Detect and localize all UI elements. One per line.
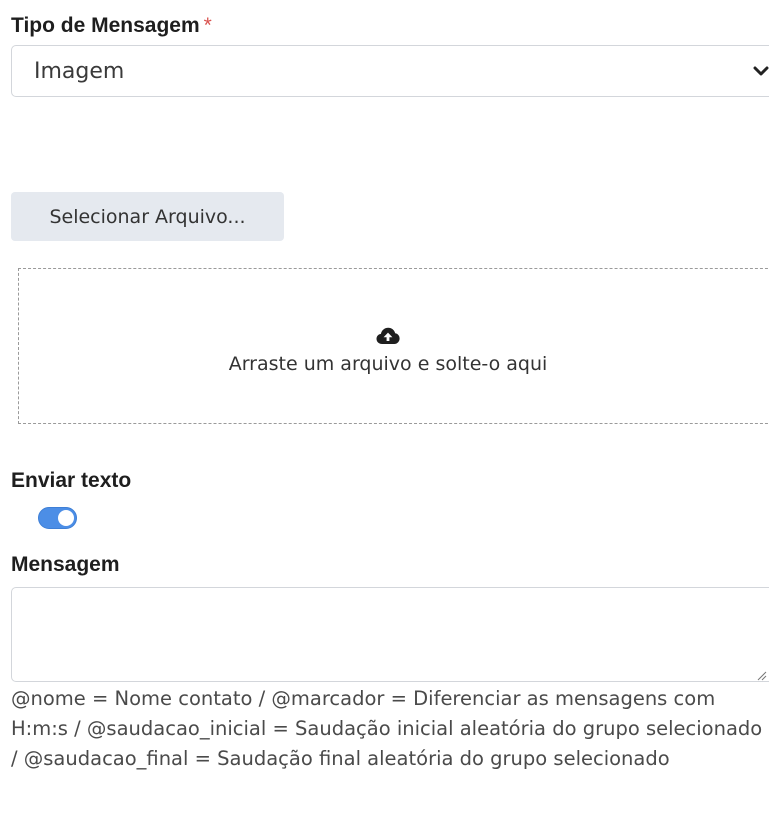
mensagem-label: Mensagem bbox=[11, 553, 120, 576]
resize-handle-icon[interactable] bbox=[755, 666, 767, 685]
tipo-mensagem-selected-value: Imagem bbox=[34, 58, 125, 84]
cloud-upload-icon bbox=[376, 327, 400, 349]
enviar-texto-label: Enviar texto bbox=[11, 469, 132, 492]
chevron-down-icon bbox=[752, 60, 769, 88]
message-form: Tipo de Mensagem * Imagem Selecionar Arqu… bbox=[0, 0, 769, 814]
enviar-texto-toggle[interactable] bbox=[38, 507, 77, 529]
select-file-button[interactable]: Selecionar Arquivo... bbox=[11, 192, 284, 241]
file-dropzone[interactable]: Arraste um arquivo e solte-o aqui bbox=[18, 268, 769, 424]
mensagem-help-text: @nome = Nome contato / @marcador = Difer… bbox=[11, 687, 763, 770]
tipo-mensagem-select[interactable]: Imagem bbox=[11, 45, 769, 97]
toggle-knob bbox=[58, 510, 74, 526]
tipo-mensagem-label-text: Tipo de Mensagem bbox=[11, 14, 200, 37]
required-mark: * bbox=[203, 14, 212, 37]
dropzone-text: Arraste um arquivo e solte-o aqui bbox=[228, 353, 548, 375]
mensagem-textarea[interactable] bbox=[11, 587, 769, 682]
tipo-mensagem-label: Tipo de Mensagem * bbox=[11, 14, 212, 38]
select-file-button-label: Selecionar Arquivo... bbox=[49, 205, 246, 228]
